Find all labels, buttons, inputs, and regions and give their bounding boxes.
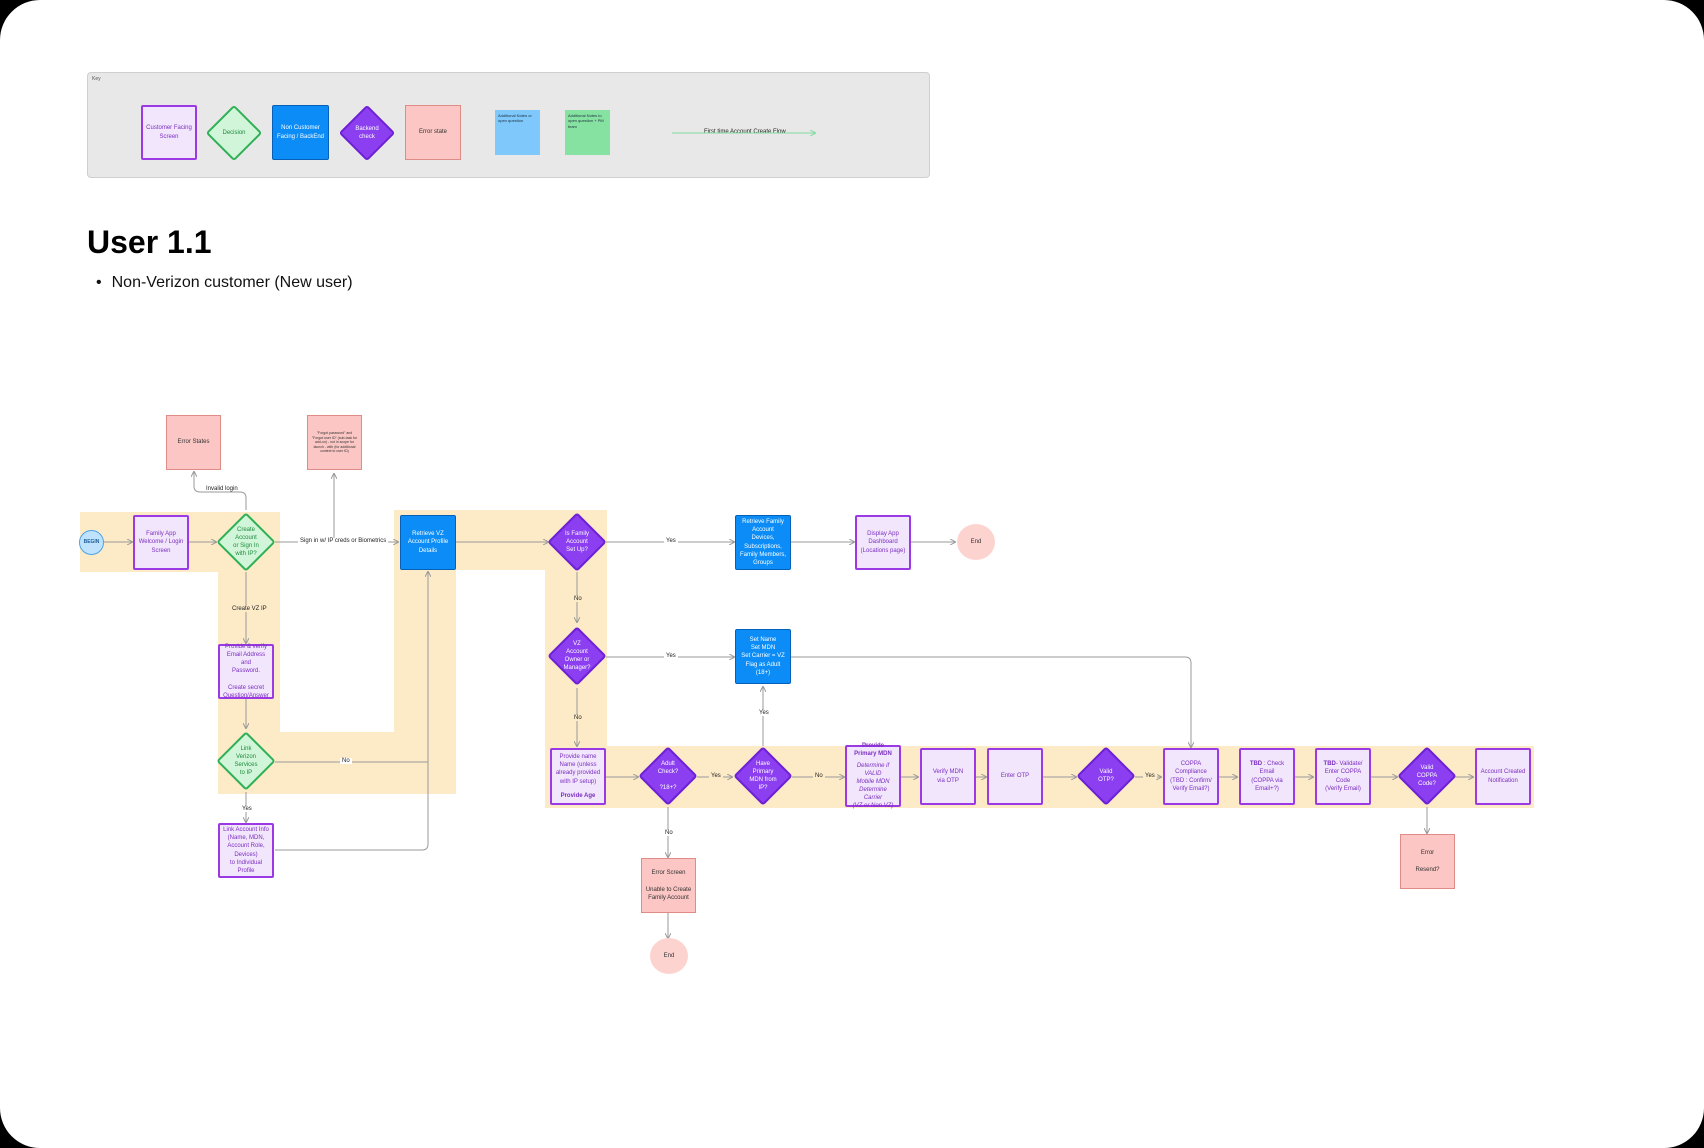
begin-node: BEGIN	[79, 530, 104, 555]
account-created-screen: Account Created Notification	[1475, 748, 1531, 805]
forgot-password-note: "Forgot password" and "Forgot user ID" (…	[307, 415, 362, 470]
retrieve-family-box: Retrieve Family Account Devices, Subscri…	[735, 515, 791, 570]
edge-label-no: No	[340, 758, 352, 764]
edge-label-yes: Yes	[664, 653, 678, 659]
vz-owner-check: VZ Account Owner or Manager?	[547, 626, 607, 686]
provide-email-screen: Provide & verify Email Address and Passw…	[218, 644, 274, 699]
arrow	[275, 572, 428, 763]
arrow	[791, 656, 1191, 747]
check-email-screen: TBD : Check Email (COPPA via Email+?)	[1239, 748, 1295, 805]
error-resend-box: Error Resend?	[1400, 834, 1455, 889]
coppa-compliance-screen: COPPA Compliance (TBD : Confirm/ Verify …	[1163, 748, 1219, 805]
arrow	[275, 760, 429, 851]
provide-age-text: Provide Age	[560, 792, 596, 799]
valid-otp-check: Valid OTP?	[1076, 746, 1136, 806]
provide-name-screen: Provide name Name (unless already provid…	[550, 748, 606, 805]
provide-name-text: Provide name Name (unless already provid…	[555, 754, 601, 785]
edge-label-no: No	[572, 715, 584, 721]
error-screen-box: Error Screen Unable to Create Family Acc…	[641, 858, 696, 913]
edge-label-no: No	[813, 773, 825, 779]
enter-otp-screen: Enter OTP	[987, 748, 1043, 805]
valid-coppa-check: Valid COPPA Code?	[1397, 746, 1457, 806]
diagram-canvas: Key Customer Facing Screen Decision Non …	[0, 0, 1704, 1148]
edge-label-no: No	[572, 596, 584, 602]
provide-mdn-detail: Determine if VALID Mobile MDN Determine …	[852, 762, 894, 810]
tbd-check-prefix: TBD	[1249, 761, 1263, 768]
link-verizon-decision: Link Verizon Services to IP	[216, 731, 276, 791]
validate-coppa-screen: TBD- Validate/ Enter COPPA Code (Verify …	[1315, 748, 1371, 805]
link-account-info-screen: Link Account Info (Name, MDN, Account Ro…	[218, 823, 274, 878]
connector-arrows	[104, 0, 1704, 1148]
error-states-box: Error States	[166, 415, 221, 470]
edge-label-sign-in: Sign in w/ IP creds or Biometrics	[298, 538, 389, 544]
family-account-check: Is Family Account Set Up?	[547, 512, 607, 572]
retrieve-vz-profile-box: Retrieve VZ Account Profile Details	[400, 515, 456, 570]
create-account-decision: Create Account or Sign In with IP?	[216, 512, 276, 572]
edge-label-yes: Yes	[664, 538, 678, 544]
edge-label-yes: Yes	[1143, 773, 1157, 779]
adult-check: Adult Check? ?18+?	[638, 746, 698, 806]
provide-mdn-title: Provide Primary MDN	[854, 742, 892, 757]
edge-label-create-vz-ip: Create VZ IP	[230, 606, 269, 612]
set-name-box: Set Name Set MDN Set Carrier = VZ Flag a…	[735, 629, 791, 684]
edge-label-yes: Yes	[757, 710, 771, 716]
primary-mdn-check: Have Primary MDN from IP?	[733, 746, 793, 806]
edge-label-invalid-login: Invalid login	[206, 486, 238, 492]
edge-label-no: No	[663, 830, 675, 836]
display-dashboard-screen: Display App Dashboard (Locations page)	[855, 515, 911, 570]
provide-mdn-screen: Provide Primary MDN Determine if VALID M…	[845, 742, 901, 809]
tbd-validate-prefix: TBD	[1323, 761, 1336, 768]
edge-label-yes: Yes	[709, 773, 723, 779]
end-node-bottom: End	[650, 938, 688, 974]
end-node-top: End	[957, 524, 995, 560]
edge-label-yes: Yes	[240, 806, 254, 812]
welcome-login-screen: Family App Welcome / Login Screen	[133, 515, 189, 570]
verify-mdn-screen: Verify MDN via OTP	[920, 748, 976, 805]
